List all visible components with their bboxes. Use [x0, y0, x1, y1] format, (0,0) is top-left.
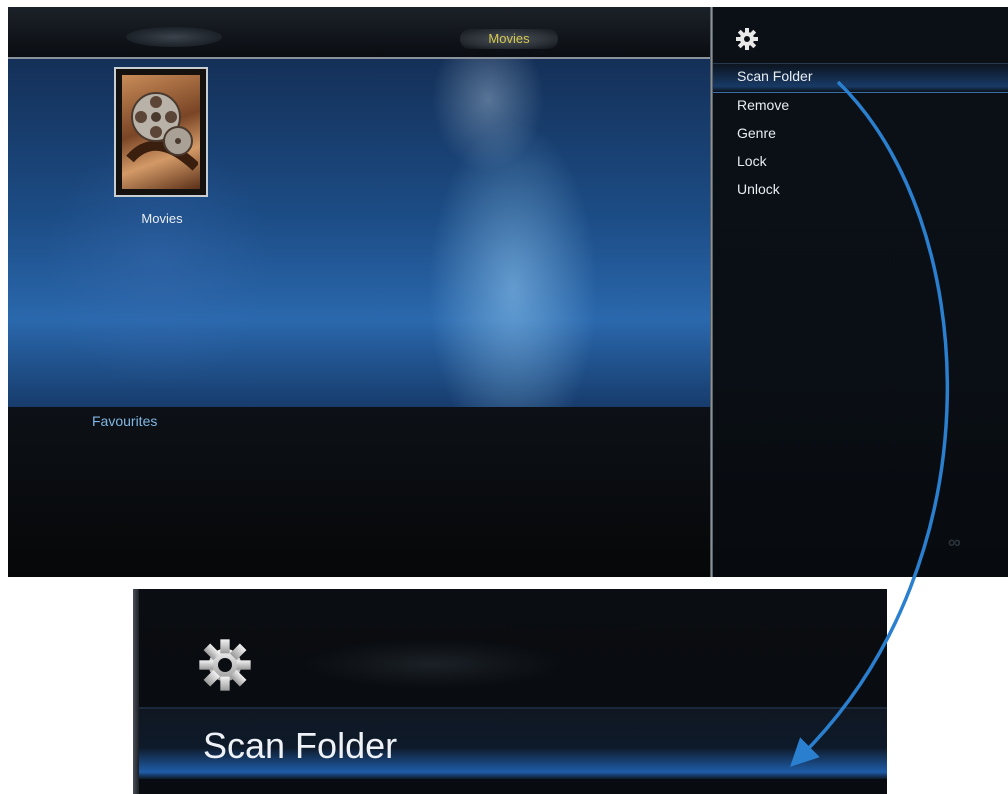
arrow-curve: [790, 80, 950, 767]
callout-arrow: [790, 80, 950, 767]
